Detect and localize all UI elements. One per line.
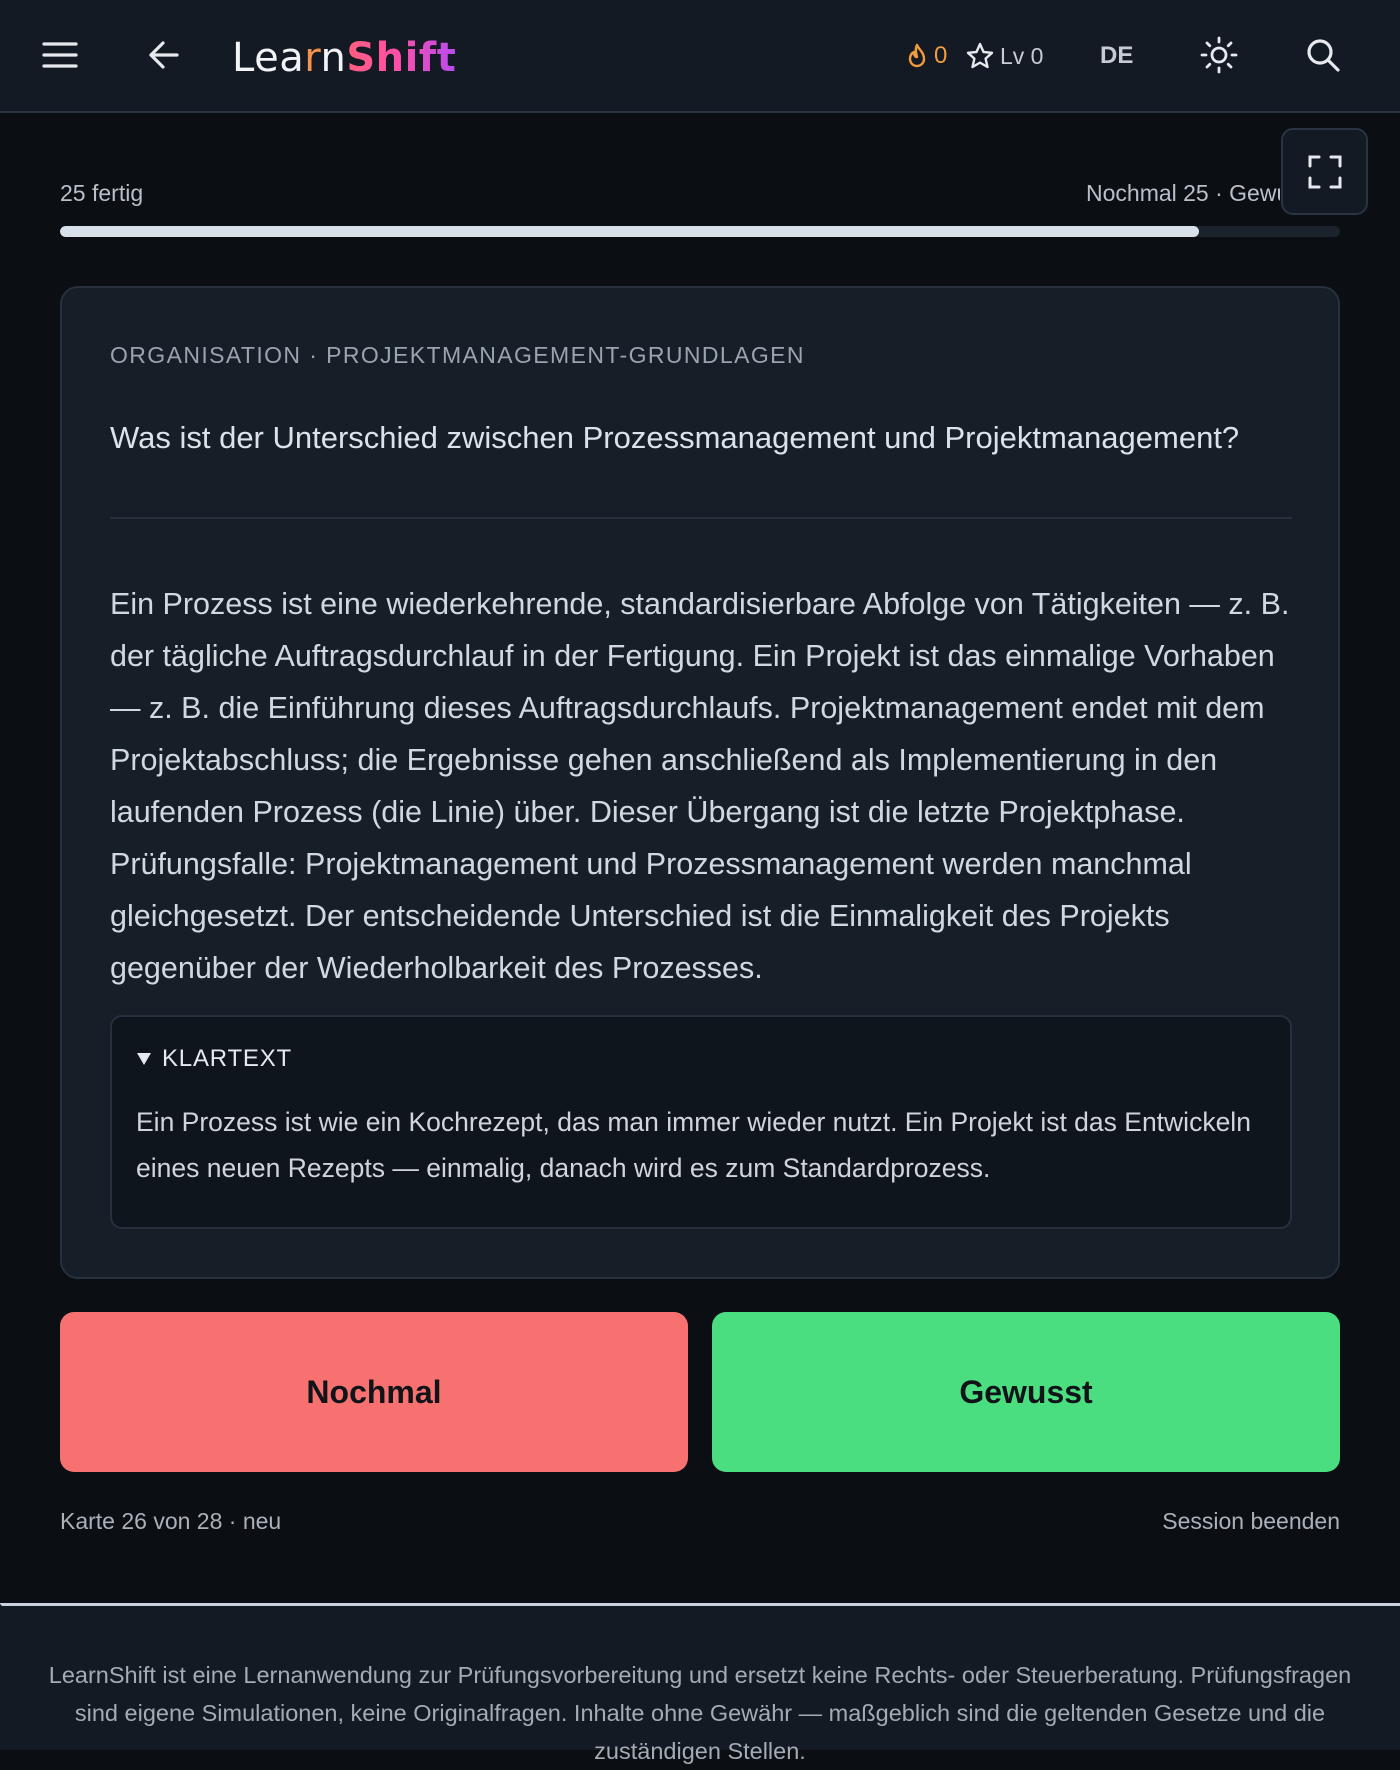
end-session-link[interactable]: Session beenden [1162,1508,1340,1535]
card-question: Was ist der Unterschied zwischen Prozess… [110,420,1240,455]
klartext-box: KLARTEXT Ein Prozess ist wie ein Kochrez… [110,1015,1292,1229]
klartext-toggle[interactable]: KLARTEXT [136,1045,292,1073]
level-label: Lv 0 [1000,42,1044,69]
app-logo[interactable]: LearnShift [232,30,456,86]
done-count-label: 25 fertig [60,180,144,206]
sun-icon[interactable] [1194,30,1244,80]
star-icon [966,42,994,69]
hamburger-menu-icon[interactable] [35,30,85,80]
flame-icon [908,43,926,68]
streak-counter: 0 [906,36,947,76]
search-icon[interactable] [1298,30,1348,80]
card-position-info: Karte 26 von 28 · neu [60,1508,282,1534]
top-bar: LearnShift 0 Lv 0 DE [0,0,1400,113]
card-answer: Ein Prozess ist eine wiederkehrende, sta… [110,587,1290,985]
level-indicator: Lv 0 [966,36,1043,76]
fullscreen-button[interactable] [1281,128,1368,215]
klartext-body: Ein Prozess ist wie ein Kochrezept, das … [136,1107,1251,1183]
fullscreen-icon [1308,155,1341,188]
footer: LearnShift ist eine Lernanwendung zur Pr… [0,1606,1400,1764]
flashcard: ORGANISATION · PROJEKTMANAGEMENT-GRUNDLA… [60,286,1340,1279]
arrow-left-icon[interactable] [139,30,189,80]
language-switch[interactable]: DE [1100,36,1133,76]
footer-disclaimer: LearnShift ist eine Lernanwendung zur Pr… [48,1662,1352,1764]
progress-bar [60,226,1340,237]
again-button[interactable]: Nochmal [60,1312,688,1472]
triangle-down-icon [137,1053,151,1065]
klartext-title: KLARTEXT [162,1045,292,1072]
streak-count: 0 [934,42,948,69]
progress-bar-fill [60,226,1200,237]
card-divider [110,517,1292,519]
known-button[interactable]: Gewusst [712,1312,1340,1472]
card-category: ORGANISATION · PROJEKTMANAGEMENT-GRUNDLA… [110,342,805,368]
session-stats-label: Nochmal 25 · Gewusst 0 [1086,180,1280,206]
